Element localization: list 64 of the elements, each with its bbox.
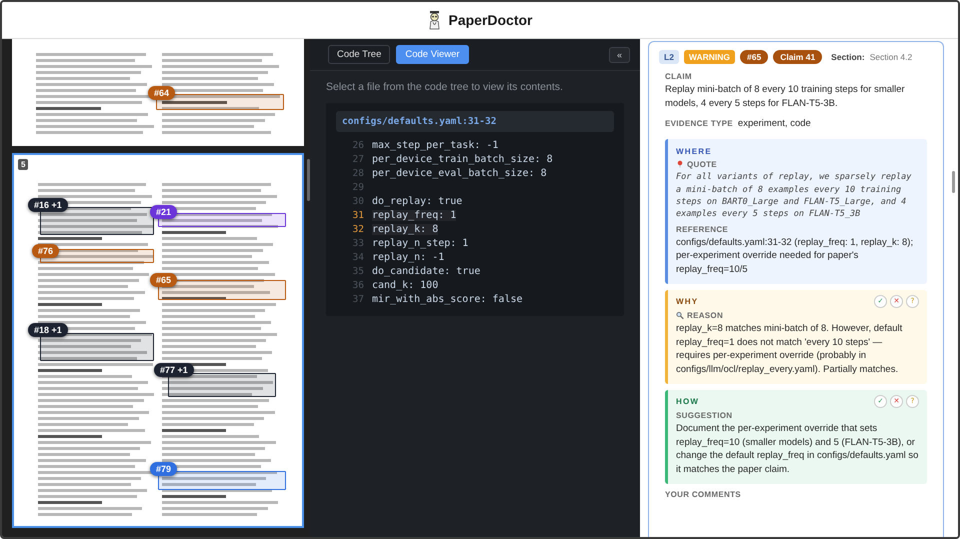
severity-badge: WARNING bbox=[684, 50, 736, 64]
file-path: configs/defaults.yaml:31-32 bbox=[336, 111, 614, 132]
tab[interactable]: Code Viewer bbox=[396, 45, 469, 64]
annotation-badge[interactable]: #77 +1 bbox=[154, 363, 194, 377]
collapse-button[interactable]: « bbox=[608, 46, 630, 62]
line-number: 26 bbox=[352, 140, 365, 150]
scrollbar-thumb[interactable] bbox=[952, 171, 955, 193]
evidence-label: EVIDENCE TYPE bbox=[665, 118, 733, 128]
annotation-badge[interactable]: #65 bbox=[150, 273, 178, 287]
code-line: mir_with_abs_score: false bbox=[372, 294, 523, 304]
item-label: REFERENCE bbox=[676, 224, 728, 234]
magnifier-icon bbox=[676, 310, 684, 320]
level-badge: L2 bbox=[659, 50, 679, 64]
annotation-badge[interactable]: #64 bbox=[148, 86, 176, 100]
section-title: WHY bbox=[676, 297, 698, 306]
annotation-badge[interactable]: #79 bbox=[150, 462, 178, 476]
annotation-tag[interactable]: #65 bbox=[740, 50, 768, 64]
page-number: 5 bbox=[18, 159, 28, 170]
line-number: 27 bbox=[352, 154, 365, 164]
code-line: per_device_train_batch_size: 8 bbox=[372, 154, 553, 164]
scrollbar-thumb[interactable] bbox=[307, 159, 310, 201]
evidence-value: experiment, code bbox=[738, 116, 811, 130]
section-title: WHERE bbox=[676, 146, 712, 156]
claim-tag[interactable]: Claim 41 bbox=[773, 50, 822, 64]
line-number: 33 bbox=[352, 238, 365, 248]
line-number: 34 bbox=[352, 252, 365, 262]
hint-text: Select a file from the code tree to view its contents. bbox=[326, 81, 564, 93]
claim-label: CLAIM bbox=[665, 72, 693, 81]
code-line: do_replay: true bbox=[372, 196, 462, 206]
item-label: REASON bbox=[687, 310, 724, 320]
code-line: replay_n: -1 bbox=[372, 252, 444, 262]
code-line: per_device_eval_batch_size: 8 bbox=[372, 168, 547, 178]
code-line: replay_n_step: 1 bbox=[372, 238, 468, 248]
section-title: HOW bbox=[676, 397, 700, 406]
claim-text: Replay mini-batch of 8 every 10 training steps for smaller models, 4 every 5 steps for FLAN-T5-3B. bbox=[665, 83, 906, 111]
line-number: 36 bbox=[352, 280, 365, 290]
item-text: Document the per-experiment override that sets replay_freq=10 (smaller models) and 5 (FLAN-T5-3B), or change the default replay_freq in configs/defaults.yaml so it matches the paper claim. bbox=[676, 422, 919, 477]
line-number: 37 bbox=[352, 294, 365, 304]
line-number: 28 bbox=[352, 168, 365, 178]
app-title: PaperDoctor bbox=[448, 12, 533, 28]
tab[interactable]: Code Tree bbox=[328, 45, 390, 64]
item-label: SUGGESTION bbox=[676, 410, 732, 420]
pdf-page[interactable]: #64 bbox=[12, 39, 304, 146]
section-label: Section: bbox=[831, 52, 865, 62]
line-number: 35 bbox=[352, 266, 365, 276]
code-line: cand_k: 100 bbox=[372, 280, 438, 290]
doctor-mascot-icon bbox=[427, 10, 442, 30]
line-number: 29 bbox=[352, 182, 365, 192]
code-line: do_candidate: true bbox=[372, 266, 480, 276]
item-text: For all variants of replay, we sparsely replay a mini-batch of 8 examples every 10 training steps on BART0_Large and FLAN-T5_Large, and 4 examples every 5 steps on FLAN-T5_3B bbox=[676, 171, 912, 221]
annotation-badge[interactable]: #16 +1 bbox=[28, 198, 68, 212]
pdf-page[interactable]: 5 #16 +1 #21 #76 #65 #18 +1 #77 +1 #79 bbox=[12, 153, 304, 528]
line-number: 31 bbox=[352, 210, 365, 220]
line-number: 32 bbox=[352, 224, 365, 234]
section-value: Section 4.2 bbox=[870, 52, 912, 62]
annotation-badge[interactable]: #76 bbox=[32, 244, 60, 258]
item-text: replay_k=8 matches mini-batch of 8. However, default replay_freq=1 does not match 'every 10 steps' — requires per-experiment override (probably in configs/llm/ocl/replay_every.yaml). Partially matches. bbox=[676, 322, 904, 377]
comments-label: YOUR COMMENTS bbox=[665, 490, 742, 499]
item-label: QUOTE bbox=[687, 160, 717, 170]
code-line: max_step_per_task: -1 bbox=[372, 140, 498, 150]
annotation-badge[interactable]: #18 +1 bbox=[28, 323, 68, 337]
line-number: 30 bbox=[352, 196, 365, 206]
annotation-badge[interactable]: #21 bbox=[150, 205, 178, 219]
item-text: configs/defaults.yaml:31-32 (replay_freq: 1, replay_k: 8); per-experiment override needed for paper's replay_freq=10/5 bbox=[676, 236, 914, 277]
